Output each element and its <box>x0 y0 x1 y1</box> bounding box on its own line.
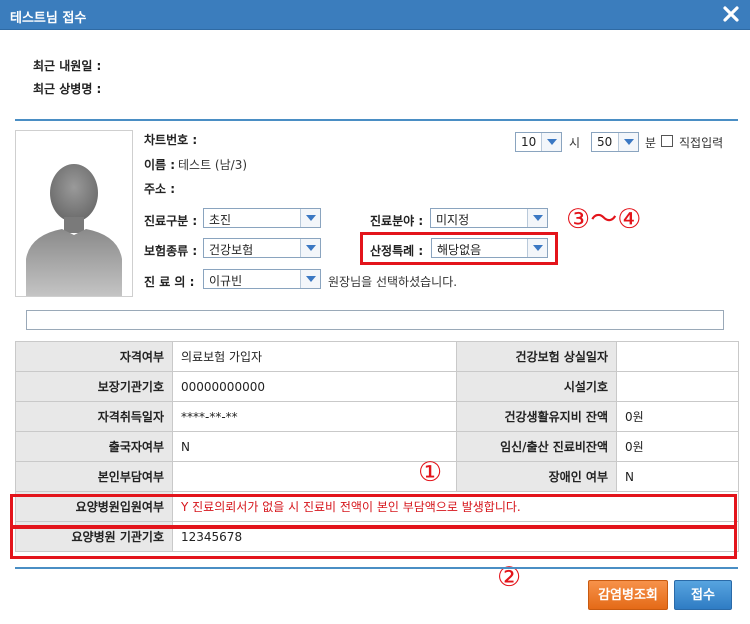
table-header-cell: 보장기관기호 <box>15 371 173 402</box>
table-cell: 00000000000 <box>172 371 457 402</box>
hour-value: 10 <box>521 135 537 149</box>
table-header-cell: 건강보험 상실일자 <box>456 341 617 372</box>
table-row: 보장기관기호 00000000000 시설기호 <box>15 371 739 402</box>
doctor-message: 원장님을 선택하셨습니다. <box>328 275 458 289</box>
table-row: 자격취득일자 ****-**-** 건강생활유지비 잔액 0원 <box>15 401 739 432</box>
table-cell: N <box>172 431 457 462</box>
table-cell <box>616 341 739 372</box>
table-header-cell: 건강생활유지비 잔액 <box>456 401 617 432</box>
chevron-down-icon <box>527 209 547 227</box>
table-header-cell: 출국자여부 <box>15 431 173 462</box>
infection-history-button[interactable]: 감염병조회 <box>588 580 668 610</box>
table-row: 본인부담여부 장애인 여부 N <box>15 461 739 492</box>
address-label: 주소 : <box>144 182 176 196</box>
table-cell <box>172 461 457 492</box>
chevron-down-icon <box>300 209 320 227</box>
divider <box>15 567 738 569</box>
chevron-down-icon <box>618 133 638 151</box>
chevron-down-icon <box>300 239 320 257</box>
memo-input[interactable] <box>26 310 724 330</box>
direct-input-label: 직접입력 <box>679 136 724 150</box>
table-header-cell: 임신/출산 진료비잔액 <box>456 431 617 462</box>
chart-number-label: 차트번호 : <box>144 133 198 147</box>
window-title: 테스트님 접수 <box>10 11 87 26</box>
visit-type-select[interactable]: 초진 <box>203 208 321 228</box>
chevron-down-icon <box>541 133 561 151</box>
doctor-label: 진 료 의 : <box>144 275 195 289</box>
table-cell: 0원 <box>616 401 739 432</box>
table-cell: 의료보험 가입자 <box>172 341 457 372</box>
table-cell: N <box>616 461 739 492</box>
table-header-cell: 시설기호 <box>456 371 617 402</box>
annotation-1: ① <box>418 457 443 488</box>
name-value: 테스트 (남/3) <box>178 158 248 172</box>
dept-label: 진료분야 : <box>370 214 424 228</box>
insurance-label: 보험종류 : <box>144 244 198 258</box>
hour-label: 시 <box>569 136 581 150</box>
minute-select[interactable]: 50 <box>591 132 639 152</box>
minute-label: 분 <box>645 136 657 150</box>
hour-select[interactable]: 10 <box>515 132 562 152</box>
insurance-select[interactable]: 건강보험 <box>203 238 321 258</box>
table-cell <box>616 371 739 402</box>
doctor-select[interactable]: 이규빈 <box>203 269 321 289</box>
highlight-box-care-hospital <box>10 494 737 528</box>
visit-type-label: 진료구분 : <box>144 214 198 228</box>
divider <box>15 119 738 121</box>
minute-value: 50 <box>597 135 613 149</box>
highlight-box-care-code <box>10 526 737 559</box>
insurance-value: 건강보험 <box>209 243 254 257</box>
table-row: 출국자여부 N 임신/출산 진료비잔액 0원 <box>15 431 739 462</box>
doctor-value: 이규빈 <box>209 274 243 288</box>
table-cell: 0원 <box>616 431 739 462</box>
direct-input-checkbox[interactable] <box>661 135 673 147</box>
table-header-cell: 본인부담여부 <box>15 461 173 492</box>
dept-select[interactable]: 미지정 <box>430 208 548 228</box>
table-header-cell: 자격여부 <box>15 341 173 372</box>
annotation-3-4: ③～④ <box>566 204 642 235</box>
name-label: 이름 : <box>144 158 176 172</box>
table-row: 자격여부 의료보험 가입자 건강보험 상실일자 <box>15 341 739 372</box>
table-header-cell: 자격취득일자 <box>15 401 173 432</box>
patient-photo <box>15 130 133 297</box>
highlight-box-special-case <box>360 232 558 265</box>
recent-visit-label: 최근 내원일 : <box>33 59 102 73</box>
chevron-down-icon <box>300 270 320 288</box>
table-header-cell: 장애인 여부 <box>456 461 617 492</box>
table-cell: ****-**-** <box>172 401 457 432</box>
dept-value: 미지정 <box>436 213 470 227</box>
visit-type-value: 초진 <box>209 213 232 227</box>
close-icon[interactable] <box>720 3 742 25</box>
recent-diagnosis-label: 최근 상병명 : <box>33 82 102 96</box>
avatar-icon <box>26 164 122 296</box>
submit-button[interactable]: 접수 <box>674 580 732 610</box>
title-bar: 테스트님 접수 <box>0 0 750 30</box>
